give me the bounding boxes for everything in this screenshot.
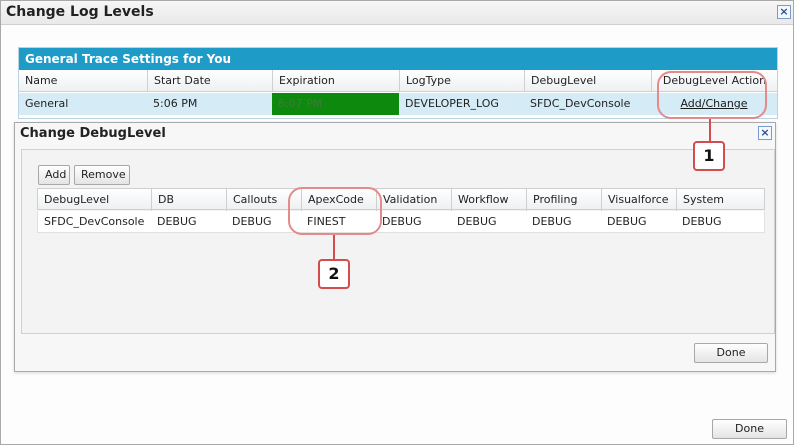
change-debuglevel-dialog: Change DebugLevel × Add Remove DebugLeve… bbox=[14, 122, 776, 372]
system-level: DEBUG bbox=[682, 215, 722, 228]
callout-connector bbox=[333, 235, 335, 259]
trace-panel-header: General Trace Settings for You bbox=[19, 48, 777, 70]
trace-expiration: 6:07 PM bbox=[272, 93, 399, 115]
column-header-debuglevel[interactable]: DebugLevel bbox=[38, 189, 151, 211]
callout-highlight-add-change bbox=[657, 71, 767, 119]
window-header: Change Log Levels × bbox=[1, 1, 793, 25]
workflow-level: DEBUG bbox=[457, 215, 497, 228]
column-header-expiration[interactable]: Expiration bbox=[272, 70, 399, 92]
column-header-workflow[interactable]: Workflow bbox=[451, 189, 526, 211]
column-header-db[interactable]: DB bbox=[151, 189, 226, 211]
column-header-debuglevel[interactable]: DebugLevel bbox=[524, 70, 651, 92]
dialog-title: Change DebugLevel bbox=[20, 126, 166, 141]
callout-highlight-apexcode bbox=[288, 187, 382, 235]
trace-logtype: DEVELOPER_LOG bbox=[405, 97, 499, 110]
debuglevel-content-area: Add Remove bbox=[21, 149, 775, 334]
callout-badge: 2 bbox=[318, 259, 350, 289]
column-header-profiling[interactable]: Profiling bbox=[526, 189, 601, 211]
callout-badge: 1 bbox=[693, 141, 725, 171]
close-icon[interactable]: × bbox=[777, 5, 791, 19]
trace-debuglevel: SFDC_DevConsole bbox=[530, 97, 631, 110]
column-header-start-date[interactable]: Start Date bbox=[147, 70, 272, 92]
close-icon[interactable]: × bbox=[758, 126, 772, 140]
column-header-validation[interactable]: Validation bbox=[376, 189, 451, 211]
trace-name: General bbox=[25, 97, 69, 110]
debuglevel-name: SFDC_DevConsole bbox=[44, 215, 145, 228]
table-row[interactable]: SFDC_DevConsole DEBUG DEBUG FINEST DEBUG… bbox=[37, 211, 765, 233]
column-header-system[interactable]: System bbox=[676, 189, 751, 211]
column-header-logtype[interactable]: LogType bbox=[399, 70, 524, 92]
change-log-levels-window: Change Log Levels × General Trace Settin… bbox=[0, 0, 794, 445]
visualforce-level: DEBUG bbox=[607, 215, 647, 228]
debuglevel-column-headers: DebugLevel DB Callouts ApexCode Validati… bbox=[37, 188, 765, 211]
window-done-button[interactable]: Done bbox=[712, 419, 787, 439]
column-header-name[interactable]: Name bbox=[19, 70, 147, 92]
remove-button[interactable]: Remove bbox=[74, 165, 130, 185]
column-header-visualforce[interactable]: Visualforce bbox=[601, 189, 676, 211]
profiling-level: DEBUG bbox=[532, 215, 572, 228]
validation-level: DEBUG bbox=[382, 215, 422, 228]
window-title: Change Log Levels bbox=[6, 4, 154, 20]
trace-start-date: 5:06 PM bbox=[153, 97, 198, 110]
add-button[interactable]: Add bbox=[38, 165, 70, 185]
callout-connector bbox=[709, 119, 711, 141]
dialog-done-button[interactable]: Done bbox=[694, 343, 768, 363]
db-level: DEBUG bbox=[157, 215, 197, 228]
